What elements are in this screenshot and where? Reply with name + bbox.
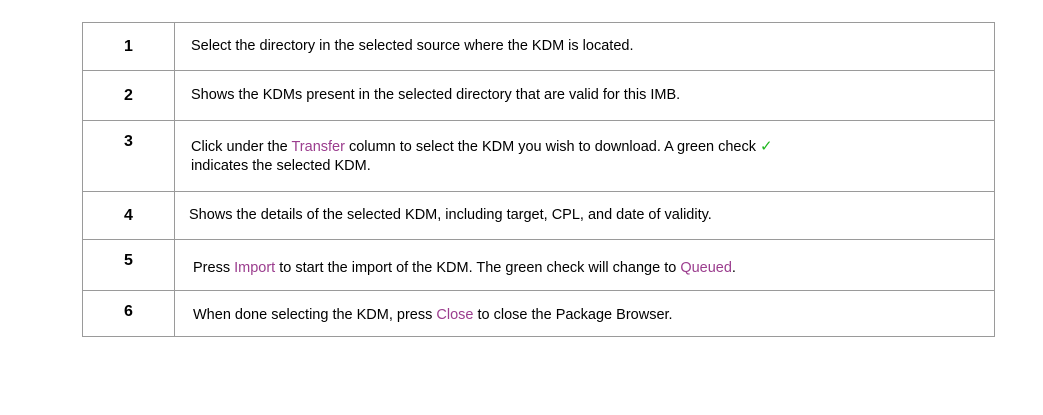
step-text: Press Import to start the import of the … [193, 260, 736, 276]
step-text: Select the directory in the selected sou… [191, 38, 634, 54]
step-text: Shows the KDMs present in the selected d… [191, 87, 681, 103]
step-text-part: indicates the selected KDM. [191, 158, 371, 174]
step-number-label: 4 [124, 206, 133, 224]
step-text-part: Press [193, 259, 235, 276]
step-description: Click under the Transfer column to selec… [174, 120, 995, 192]
step-text-part: to start the import of the KDM. The gree… [275, 259, 681, 276]
step-number-label: 6 [124, 303, 133, 320]
step-number: 6 [82, 290, 175, 337]
step-description: Select the directory in the selected sou… [174, 22, 995, 71]
step-row-1: 1 Select the directory in the selected s… [82, 22, 995, 71]
step-description: Shows the KDMs present in the selected d… [174, 70, 995, 121]
ui-term-import: Import [234, 259, 276, 276]
steps-table: 1 Select the directory in the selected s… [82, 22, 995, 337]
ui-term-transfer: Transfer [291, 139, 345, 155]
step-number: 1 [82, 22, 175, 71]
step-number-label: 1 [124, 37, 133, 55]
ui-term-queued: Queued [680, 259, 732, 276]
step-row-5: 5 Press Import to start the import of th… [82, 239, 995, 291]
step-row-6: 6 When done selecting the KDM, press Clo… [82, 290, 995, 337]
step-number: 3 [82, 120, 175, 192]
step-row-4: 4 Shows the details of the selected KDM,… [82, 191, 995, 240]
step-number-label: 2 [124, 86, 133, 104]
step-text-part: Click under the [191, 139, 292, 155]
green-check-icon: ✓ [760, 137, 773, 155]
step-row-2: 2 Shows the KDMs present in the selected… [82, 70, 995, 121]
step-number: 4 [82, 191, 175, 240]
step-text: When done selecting the KDM, press Close… [193, 307, 673, 323]
step-text-part: . [731, 259, 736, 276]
step-number-label: 5 [124, 252, 133, 269]
step-description: When done selecting the KDM, press Close… [174, 290, 995, 337]
step-description: Shows the details of the selected KDM, i… [174, 191, 995, 240]
step-number: 5 [82, 239, 175, 291]
step-text: Shows the details of the selected KDM, i… [189, 207, 712, 223]
step-text-part: to close the Package Browser. [473, 307, 673, 323]
step-text: Click under the Transfer column to selec… [191, 137, 994, 176]
step-number: 2 [82, 70, 175, 121]
step-row-3: 3 Click under the Transfer column to sel… [82, 120, 995, 192]
ui-term-close: Close [436, 307, 474, 323]
step-text-part: When done selecting the KDM, press [193, 307, 437, 323]
step-number-label: 3 [124, 133, 133, 150]
step-text-part: column to select the KDM you wish to dow… [344, 139, 761, 155]
step-description: Press Import to start the import of the … [174, 239, 995, 291]
